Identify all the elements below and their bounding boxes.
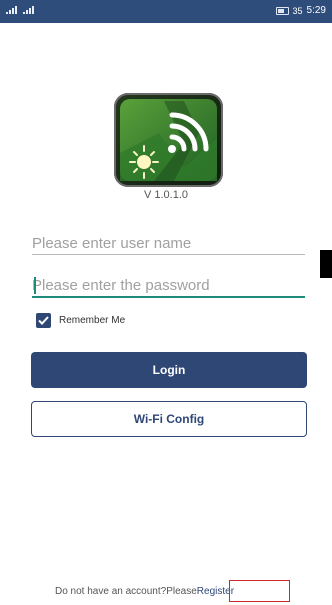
password-input[interactable] <box>32 274 305 296</box>
status-right: 35 5:29 <box>275 5 326 16</box>
password-field-row <box>32 274 305 298</box>
app-logo <box>114 93 223 187</box>
signal-icon <box>6 6 17 14</box>
register-link[interactable]: Register <box>197 586 234 597</box>
wifi-config-button[interactable]: Wi-Fi Config <box>31 401 307 437</box>
register-prompt-text: Do not have an account?Please <box>55 586 197 597</box>
register-prompt: Do not have an account?PleaseRegister <box>55 586 234 597</box>
login-button[interactable]: Login <box>31 352 307 388</box>
username-input[interactable] <box>32 232 305 254</box>
check-icon <box>38 316 49 325</box>
battery-level: 35 <box>292 5 303 16</box>
version-label: V 1.0.1.0 <box>143 189 189 201</box>
status-bar: 35 5:29 <box>0 0 332 23</box>
username-field-row <box>32 232 305 255</box>
register-highlight-box <box>229 580 290 602</box>
text-cursor <box>34 277 36 294</box>
signal-indicators <box>6 6 34 14</box>
clock: 5:29 <box>306 5 326 16</box>
remember-me-label: Remember Me <box>59 315 126 326</box>
remember-me-option[interactable]: Remember Me <box>36 313 125 328</box>
remember-me-checkbox[interactable] <box>36 313 51 328</box>
battery-icon <box>275 6 289 15</box>
signal-icon <box>23 6 34 14</box>
edge-overlay <box>320 250 332 278</box>
wifi-sun-logo-icon <box>114 93 223 187</box>
